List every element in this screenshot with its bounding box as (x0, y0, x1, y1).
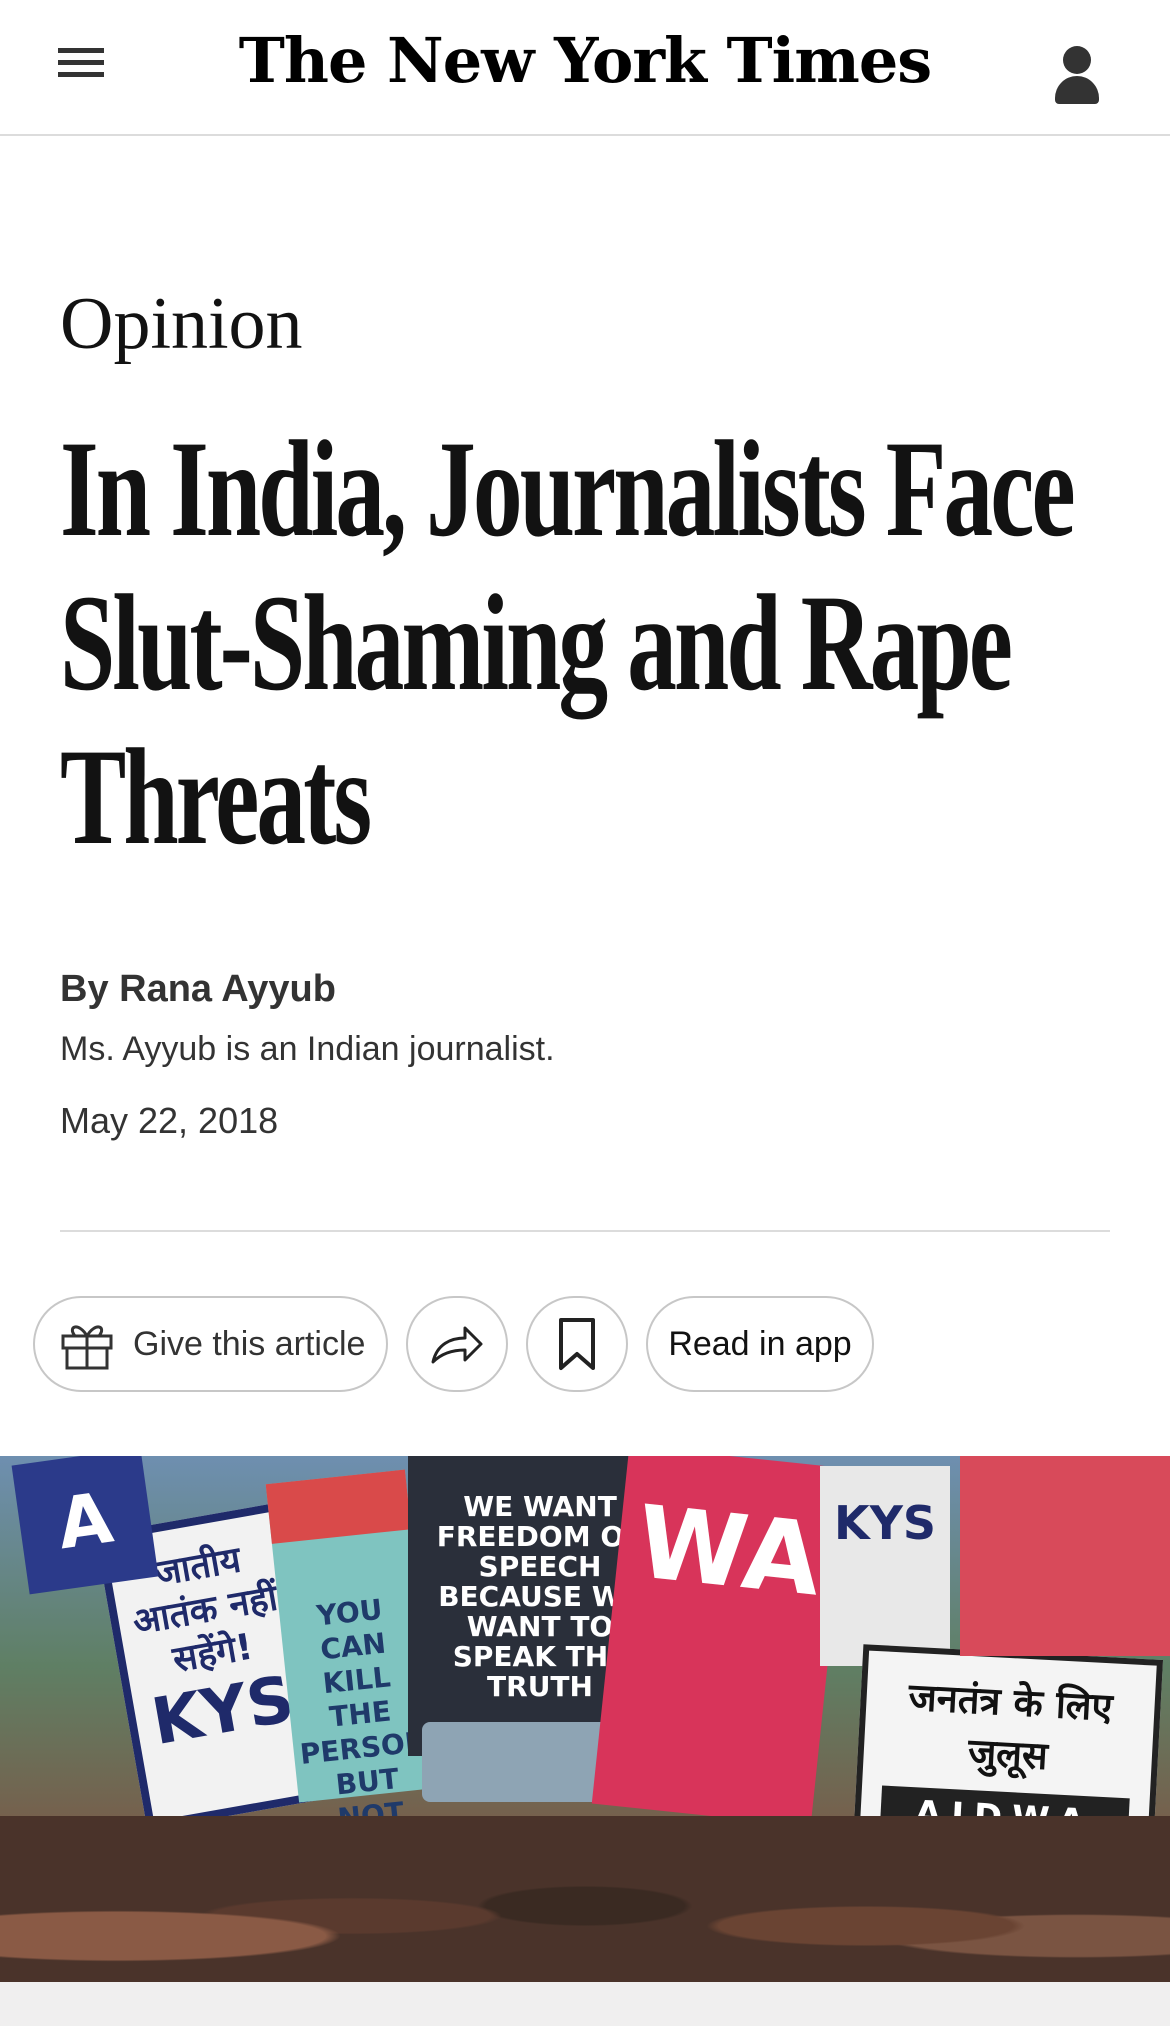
sign-7-text: A (52, 1476, 118, 1566)
section-kicker[interactable]: Opinion (60, 282, 303, 367)
byline[interactable]: By Rana Ayyub (60, 968, 336, 1011)
sign-5-text: KYS (833, 1496, 937, 1550)
sign-2-text: जनतंत्र के लिए जुलूस (907, 1674, 1114, 1779)
author-bio: Ms. Ayyub is an Indian journalist. (60, 1030, 555, 1068)
give-article-button[interactable]: Give this article (33, 1296, 388, 1392)
article-headline: In India, Journalists Face Slut-Shaming … (60, 412, 1076, 873)
hero-image: जातीय आतंक नहीं सहेंगे! KYS A YOU CAN KI… (0, 1456, 1170, 1982)
sign-3-org: KYS (146, 1662, 300, 1761)
account-icon[interactable] (1052, 46, 1102, 106)
crowd (0, 1816, 1170, 1982)
publish-date: May 22, 2018 (60, 1100, 279, 1141)
top-navigation-bar: The New York Times (0, 0, 1170, 136)
protest-sign-kys-right: KYS (820, 1466, 950, 1666)
gift-icon (61, 1325, 113, 1370)
share-button[interactable] (406, 1296, 508, 1392)
protest-flag-red (960, 1456, 1170, 1656)
share-icon (431, 1326, 483, 1364)
protest-flag-pink: WA (591, 1456, 849, 1827)
nyt-logo[interactable]: The New York Times (0, 24, 1170, 97)
protest-sign-triangle: A (11, 1456, 159, 1595)
read-in-app-label: Read in app (668, 1324, 852, 1363)
bookmark-icon (559, 1318, 595, 1370)
read-in-app-button[interactable]: Read in app (646, 1296, 874, 1392)
bottom-strip (0, 1982, 1170, 2026)
sign-6-text: WA (631, 1483, 827, 1619)
give-article-label: Give this article (133, 1324, 366, 1363)
save-button[interactable] (526, 1296, 628, 1392)
divider (60, 1230, 1110, 1232)
